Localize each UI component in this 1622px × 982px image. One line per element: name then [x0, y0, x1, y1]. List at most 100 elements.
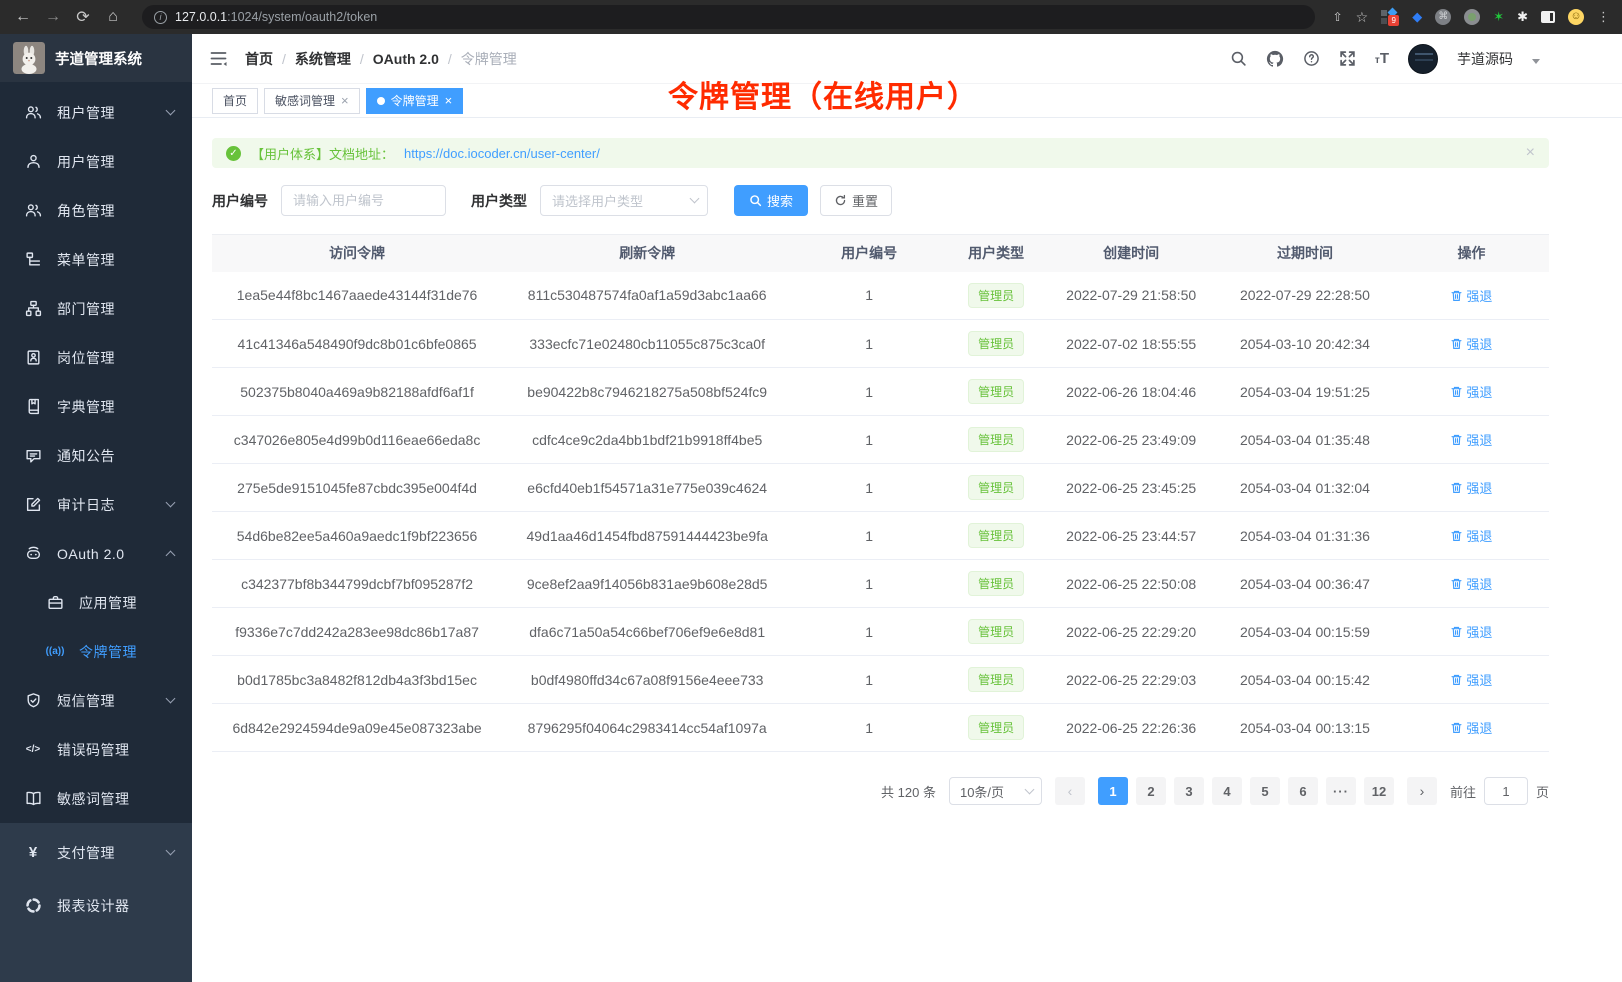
sidebar-item-dept[interactable]: 部门管理 — [0, 284, 192, 333]
breadcrumb-item[interactable]: 系统管理 — [295, 49, 351, 69]
user-id-input[interactable] — [281, 185, 446, 216]
github-icon[interactable] — [1266, 50, 1284, 68]
next-page-button[interactable]: › — [1407, 777, 1437, 805]
breadcrumb-item[interactable]: 首页 — [245, 49, 273, 69]
force-logout-button[interactable]: 强退 — [1450, 622, 1492, 641]
sidebar-item-errcode[interactable]: </>错误码管理 — [0, 725, 192, 774]
tab-sensitive-words[interactable]: 敏感词管理× — [264, 88, 360, 114]
circle-extension-icon[interactable] — [1464, 9, 1480, 25]
sidebar-item-role[interactable]: 角色管理 — [0, 186, 192, 235]
sidebar-item-report[interactable]: 报表设计器 — [0, 879, 192, 932]
force-logout-button[interactable]: 强退 — [1450, 526, 1492, 545]
doc-link[interactable]: https://doc.iocoder.cn/user-center/ — [404, 146, 600, 161]
share-icon[interactable]: ⇧ — [1333, 10, 1343, 24]
action-cell: 强退 — [1394, 512, 1549, 560]
delete-icon — [1450, 337, 1463, 350]
errcode-icon: </> — [24, 744, 42, 755]
sidebar-item-oauth2-app[interactable]: 应用管理 — [0, 578, 192, 627]
sidebar-item-user[interactable]: 用户管理 — [0, 137, 192, 186]
force-logout-button[interactable]: 强退 — [1450, 382, 1492, 401]
refresh-token-cell: dfa6c71a50a54c66bef706ef9e6e8d81 — [502, 608, 792, 656]
tab-token[interactable]: 令牌管理× — [366, 88, 464, 114]
sidebar-item-sensitive[interactable]: 敏感词管理 — [0, 774, 192, 823]
search-button[interactable]: 搜索 — [734, 185, 808, 216]
user-type-cell: 管理员 — [946, 656, 1046, 704]
page-button-1[interactable]: 1 — [1098, 777, 1128, 805]
chevron-down-icon — [166, 846, 176, 856]
collapse-sidebar-icon[interactable] — [209, 49, 228, 68]
site-info-icon[interactable]: i — [154, 11, 167, 24]
sidebar-item-sms[interactable]: 短信管理 — [0, 676, 192, 725]
user-type-select[interactable]: 请选择用户类型 — [540, 185, 708, 216]
emoji-extension-icon[interactable]: ☺ — [1568, 9, 1584, 25]
page-size-select[interactable]: 10条/页 — [949, 777, 1042, 805]
help-icon[interactable] — [1303, 50, 1320, 67]
sidebar-item-post[interactable]: 岗位管理 — [0, 333, 192, 382]
prev-page-button[interactable]: ‹ — [1055, 777, 1085, 805]
page-button-5[interactable]: 5 — [1250, 777, 1280, 805]
close-icon[interactable]: × — [1526, 144, 1535, 162]
force-logout-button[interactable]: 强退 — [1450, 286, 1492, 305]
app-logo[interactable]: 芋道管理系统 — [0, 34, 192, 82]
page-button-2[interactable]: 2 — [1136, 777, 1166, 805]
col-create-time: 创建时间 — [1046, 235, 1216, 272]
sidebar-item-notice[interactable]: 通知公告 — [0, 431, 192, 480]
sidebar-item-label: 字典管理 — [57, 397, 174, 417]
page-ellipsis-button[interactable]: ··· — [1326, 777, 1356, 805]
refresh-token-cell: 811c530487574fa0af1a59d3abc1aa66 — [502, 272, 792, 320]
search-icon[interactable] — [1230, 50, 1247, 67]
force-logout-button[interactable]: 强退 — [1450, 430, 1492, 449]
force-logout-button[interactable]: 强退 — [1450, 334, 1492, 353]
bookmark-star-icon[interactable]: ☆ — [1356, 9, 1369, 26]
sidebar-item-audit[interactable]: 审计日志 — [0, 480, 192, 529]
force-logout-button[interactable]: 强退 — [1450, 670, 1492, 689]
sidebar-item-dict[interactable]: 字典管理 — [0, 382, 192, 431]
close-icon[interactable]: × — [445, 93, 453, 108]
pagination: 共 120 条 10条/页 ‹ 123456···12 › 前往 页 — [212, 777, 1549, 805]
sidebar-item-menu[interactable]: 菜单管理 — [0, 235, 192, 284]
access-token-cell: b0d1785bc3a8482f812db4a3f3bd15ec — [212, 656, 502, 704]
reset-button[interactable]: 重置 — [820, 185, 892, 216]
avatar[interactable] — [1408, 44, 1438, 74]
command-extension-icon[interactable]: ⌘ — [1435, 9, 1451, 25]
tab-home[interactable]: 首页 — [212, 88, 258, 114]
browser-menu-icon[interactable]: ⋮ — [1597, 9, 1610, 25]
address-bar[interactable]: i 127.0.0.1:1024/system/oauth2/token — [142, 5, 1315, 29]
page-button-6[interactable]: 6 — [1288, 777, 1318, 805]
sidebar-item-oauth2[interactable]: OAuth 2.0 — [0, 529, 192, 578]
force-logout-button[interactable]: 强退 — [1450, 574, 1492, 593]
sidebar-item-pay[interactable]: ¥支付管理 — [0, 826, 192, 879]
goto-page-input[interactable] — [1484, 777, 1528, 805]
force-logout-label: 强退 — [1466, 334, 1492, 353]
user-type-cell: 管理员 — [946, 560, 1046, 608]
create-time-cell: 2022-07-29 21:58:50 — [1046, 272, 1216, 320]
sidebar-item-label: 租户管理 — [57, 103, 152, 123]
close-icon[interactable]: × — [341, 93, 349, 108]
force-logout-button[interactable]: 强退 — [1450, 718, 1492, 737]
username[interactable]: 芋道源码 — [1457, 49, 1513, 69]
forward-button[interactable]: → — [42, 8, 64, 26]
back-button[interactable]: ← — [12, 8, 34, 26]
red-annotation-text: 令牌管理（在线用户） — [668, 72, 978, 116]
gem-extension-icon[interactable]: ◆ — [1412, 9, 1422, 25]
page-button-4[interactable]: 4 — [1212, 777, 1242, 805]
access-token-cell: 275e5de9151045fe87cbdc395e004f4d — [212, 464, 502, 512]
sidebar-item-oauth2-token[interactable]: ((a))令牌管理 — [0, 627, 192, 676]
chevron-down-icon[interactable] — [1532, 59, 1540, 64]
sensitive-icon — [24, 790, 42, 807]
green-star-extension-icon[interactable]: ✶ — [1493, 9, 1504, 25]
extensions-cluster-icon[interactable]: 9 — [1381, 9, 1399, 25]
font-size-icon[interactable]: тT — [1375, 50, 1389, 67]
sidebar-item-tenant[interactable]: 租户管理 — [0, 88, 192, 137]
sidebar-toggle-icon[interactable] — [1541, 11, 1555, 23]
delete-icon — [1450, 721, 1463, 734]
home-button[interactable]: ⌂ — [102, 8, 124, 26]
fullscreen-icon[interactable] — [1339, 50, 1356, 67]
page-button-3[interactable]: 3 — [1174, 777, 1204, 805]
force-logout-button[interactable]: 强退 — [1450, 478, 1492, 497]
page-button-12[interactable]: 12 — [1364, 777, 1394, 805]
notice-icon — [24, 447, 42, 464]
reload-button[interactable]: ⟳ — [72, 7, 94, 27]
pinwheel-extension-icon[interactable]: ✱ — [1517, 9, 1528, 25]
breadcrumb-item[interactable]: OAuth 2.0 — [373, 51, 439, 67]
